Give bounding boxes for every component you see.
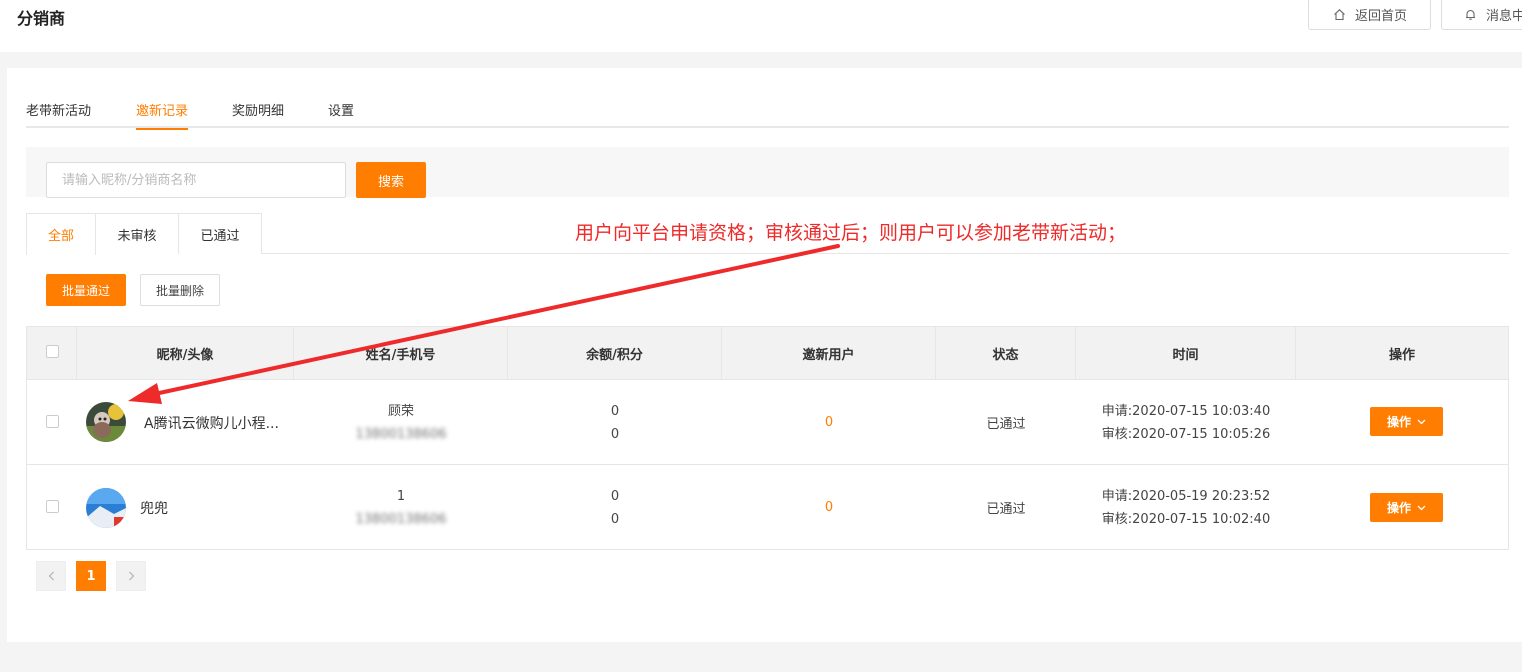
filter-tab-all[interactable]: 全部 [26,213,96,255]
distributor-table: 昵称/头像 姓名/手机号 余额/积分 邀新用户 状态 时间 操作 A腾讯云微购儿… [26,326,1509,550]
chevron-right-icon [128,571,134,581]
filter-tab-pending[interactable]: 未审核 [95,213,179,254]
action-dropdown-button[interactable]: 操作 [1370,407,1443,436]
invited-count[interactable]: 0 [722,465,936,550]
name-phone-cell: 1 13800138606 [294,465,508,550]
home-icon [1334,9,1345,21]
name: 1 [396,488,406,504]
review-time: 审核:2020-07-15 10:02:40 [1101,511,1271,527]
balance: 0 [610,488,620,504]
name: 顾荣 [387,403,414,419]
select-all-checkbox[interactable] [46,345,59,358]
time-cell: 申请:2020-05-19 20:23:52 审核:2020-07-15 10:… [1076,465,1296,550]
filter-tab-approved[interactable]: 已通过 [178,213,262,254]
header-select-cell [27,327,77,380]
table-row: A腾讯云微购儿小程... 顾荣 13800138606 0 0 0 已通过 申请… [27,380,1508,465]
home-button[interactable]: 返回首页 [1308,0,1431,30]
batch-delete-button[interactable]: 批量删除 [140,274,220,306]
avatar [86,488,126,528]
row-checkbox[interactable] [46,415,59,428]
points: 0 [610,426,620,442]
bell-icon [1466,9,1475,20]
balance-points-cell: 0 0 [508,465,722,550]
tab-settings[interactable]: 设置 [328,100,354,128]
action-dropdown-button[interactable]: 操作 [1370,493,1443,522]
chevron-down-icon [1417,505,1426,510]
column-header-actions: 操作 [1388,348,1415,363]
top-bar: 分销商 返回首页 消息中 [0,0,1522,52]
annotation-text: 用户向平台申请资格；审核通过后；则用户可以参加老带新活动； [575,222,1127,244]
chevron-down-icon [1417,419,1426,424]
search-button[interactable]: 搜索 [356,162,426,198]
column-header-balance: 余额/积分 [508,327,722,380]
message-button[interactable]: 消息中 [1441,0,1522,30]
tab-invite-records[interactable]: 邀新记录 [136,100,189,130]
invited-count[interactable]: 0 [722,380,936,465]
status-text: 已通过 [986,417,1026,432]
column-header-invited: 邀新用户 [722,327,936,380]
status-text: 已通过 [986,502,1026,517]
points: 0 [610,511,620,527]
action-label: 操作 [1386,501,1411,515]
home-button-label: 返回首页 [1355,8,1408,24]
column-header-status: 状态 [936,327,1076,380]
action-label: 操作 [1386,415,1411,429]
tab-reward-details[interactable]: 奖励明细 [232,100,284,128]
phone: 13800138606 [355,511,447,527]
apply-time: 申请:2020-07-15 10:03:40 [1101,403,1271,419]
pagination-next-button[interactable] [116,561,146,591]
time-cell: 申请:2020-07-15 10:03:40 审核:2020-07-15 10:… [1076,380,1296,465]
phone: 13800138606 [355,426,447,442]
search-bar: 搜索 [26,147,1509,198]
column-header-name-phone: 姓名/手机号 [294,327,508,380]
pagination-prev-button[interactable] [36,561,66,591]
chevron-left-icon [48,571,54,581]
review-time: 审核:2020-07-15 10:05:26 [1101,426,1271,442]
column-header-nickname: 昵称/头像 [77,327,294,380]
column-header-time: 时间 [1076,327,1296,380]
nickname: 兜兜 [140,500,168,517]
search-input[interactable] [46,162,346,198]
pagination-current-page[interactable]: 1 [76,561,106,591]
message-button-label: 消息中 [1486,8,1522,24]
balance: 0 [610,403,620,419]
apply-time: 申请:2020-05-19 20:23:52 [1101,488,1271,504]
tab-old-new-activity[interactable]: 老带新活动 [26,100,91,128]
table-header: 昵称/头像 姓名/手机号 余额/积分 邀新用户 状态 时间 操作 [27,327,1508,380]
batch-approve-button[interactable]: 批量通过 [46,274,126,306]
table-row: 兜兜 1 13800138606 0 0 0 已通过 申请:2020-05-19… [27,465,1508,550]
avatar [86,402,126,442]
nickname: A腾讯云微购儿小程... [144,415,279,432]
page-title: 分销商 [17,9,66,28]
balance-points-cell: 0 0 [508,380,722,465]
row-checkbox[interactable] [46,500,59,513]
tab-bar: 老带新活动 邀新记录 奖励明细 设置 [26,98,1509,130]
name-phone-cell: 顾荣 13800138606 [294,380,508,465]
